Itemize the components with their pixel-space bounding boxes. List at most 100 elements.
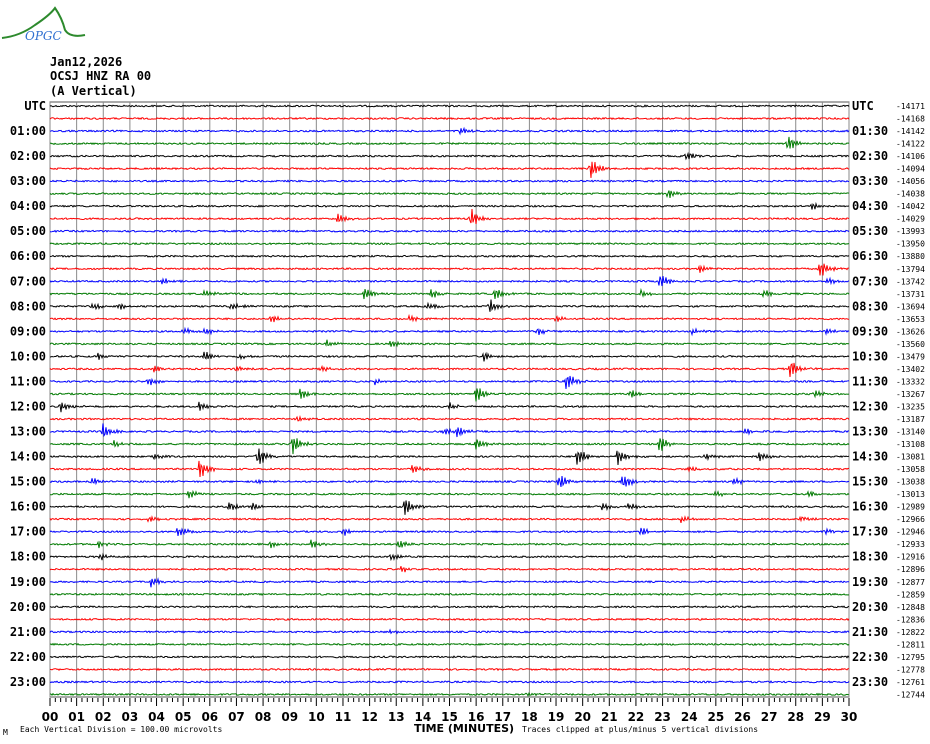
- x-tick-label: 02: [95, 710, 112, 724]
- row-offset-label: -13332: [896, 377, 925, 386]
- right-time-label: 23:30: [852, 675, 888, 689]
- row-offset-label: -13187: [896, 415, 925, 424]
- x-tick-label: 30: [841, 710, 858, 724]
- row-offset-label: -13235: [896, 402, 925, 411]
- row-offset-label: -12836: [896, 615, 925, 624]
- row-offset-label: -12811: [896, 640, 925, 649]
- row-offset-label: -12859: [896, 590, 925, 599]
- row-offset-label: -13993: [896, 227, 925, 236]
- row-offset-label: -12946: [896, 528, 925, 537]
- left-time-label: 17:00: [10, 525, 46, 539]
- row-offset-label: -13402: [896, 365, 925, 374]
- left-time-label: 15:00: [10, 475, 46, 489]
- x-axis-title: TIME (MINUTES): [414, 722, 515, 735]
- right-time-label: 11:30: [852, 374, 888, 388]
- x-tick-label: 08: [255, 710, 272, 724]
- row-offset-label: -13950: [896, 240, 925, 249]
- row-offset-label: -13626: [896, 327, 925, 336]
- row-offset-label: -13653: [896, 315, 925, 324]
- row-offset-label: -12848: [896, 603, 925, 612]
- right-time-label: 06:30: [852, 249, 888, 263]
- seismic-trace: [49, 592, 850, 596]
- x-tick-label: 00: [42, 710, 59, 724]
- row-offset-label: -12877: [896, 578, 925, 587]
- row-offset-label: -14168: [896, 115, 925, 124]
- left-time-label: 21:00: [10, 625, 46, 639]
- x-tick-label: 11: [335, 710, 352, 724]
- left-time-label: 01:00: [10, 124, 46, 138]
- left-time-label: 07:00: [10, 274, 46, 288]
- right-time-label: 17:30: [852, 525, 888, 539]
- x-tick-label: 28: [787, 710, 804, 724]
- row-offset-label: -14106: [896, 152, 925, 161]
- row-offset-label: -14029: [896, 215, 925, 224]
- row-offset-label: -12822: [896, 628, 925, 637]
- x-tick-label: 26: [734, 710, 751, 724]
- right-time-label: 19:30: [852, 575, 888, 589]
- x-tick-label: 29: [814, 710, 831, 724]
- left-time-label: 22:00: [10, 650, 46, 664]
- x-tick-label: 03: [122, 710, 139, 724]
- left-time-label: 06:00: [10, 249, 46, 263]
- x-tick-label: 18: [521, 710, 538, 724]
- row-offset-label: -13081: [896, 453, 925, 462]
- row-offset-label: -13267: [896, 390, 925, 399]
- x-tick-label: 23: [654, 710, 671, 724]
- row-offset-label: -12966: [896, 515, 925, 524]
- helicorder-chart: UTC UTC -14171 -14168 01:00 01:30 -14142 -14122…: [10, 99, 925, 724]
- right-time-label: 18:30: [852, 550, 888, 564]
- left-time-label: 23:00: [10, 675, 46, 689]
- row-offset-label: -13560: [896, 340, 925, 349]
- row-offset-label: -12933: [896, 540, 925, 549]
- row-offset-label: -14142: [896, 127, 925, 136]
- row-offset-label: -14171: [896, 102, 925, 111]
- row-offset-label: -13013: [896, 490, 925, 499]
- left-time-label: 19:00: [10, 575, 46, 589]
- row-offset-label: -12989: [896, 503, 925, 512]
- left-time-label: 14:00: [10, 450, 46, 464]
- x-tick-label: 05: [175, 710, 192, 724]
- right-time-label: 16:30: [852, 500, 888, 514]
- x-tick-label: 13: [388, 710, 405, 724]
- row-offset-label: -14094: [896, 165, 925, 174]
- right-time-label: 05:30: [852, 224, 888, 238]
- right-time-label: 01:30: [852, 124, 888, 138]
- x-tick-label: 04: [148, 710, 165, 724]
- row-offset-label: -12916: [896, 553, 925, 562]
- row-offset-label: -13108: [896, 440, 925, 449]
- row-offset-label: -14122: [896, 140, 925, 149]
- x-tick-label: 07: [228, 710, 245, 724]
- x-tick-label: 19: [548, 710, 565, 724]
- left-time-label: 08:00: [10, 299, 46, 313]
- row-offset-label: -13140: [896, 428, 925, 437]
- x-tick-label: 06: [201, 710, 218, 724]
- right-time-label: 14:30: [852, 450, 888, 464]
- x-tick-label: 21: [601, 710, 618, 724]
- row-offset-label: -13058: [896, 465, 925, 474]
- row-offset-label: -13731: [896, 290, 925, 299]
- seismic-trace: [49, 667, 850, 672]
- right-time-label: 04:30: [852, 199, 888, 213]
- right-time-label: 13:30: [852, 425, 888, 439]
- row-offset-label: -14056: [896, 177, 925, 186]
- left-time-label: 18:00: [10, 550, 46, 564]
- corner-mark: Μ: [3, 728, 8, 737]
- left-time-label: 20:00: [10, 600, 46, 614]
- row-offset-label: -13794: [896, 265, 925, 274]
- right-time-label: 15:30: [852, 475, 888, 489]
- x-tick-label: 24: [681, 710, 698, 724]
- x-tick-label: 10: [308, 710, 325, 724]
- x-tick-label: 27: [761, 710, 778, 724]
- row-offset-label: -13742: [896, 277, 925, 286]
- left-time-label: 09:00: [10, 324, 46, 338]
- x-tick-label: 25: [707, 710, 724, 724]
- left-time-label: 04:00: [10, 199, 46, 213]
- right-time-label: 20:30: [852, 600, 888, 614]
- row-offset-label: -13479: [896, 352, 925, 361]
- row-offset-label: -12744: [896, 690, 925, 699]
- row-offset-label: -13038: [896, 478, 925, 487]
- left-time-label: 13:00: [10, 425, 46, 439]
- left-time-label: UTC: [24, 99, 46, 113]
- row-offset-label: -13694: [896, 302, 925, 311]
- row-offset-label: -12778: [896, 665, 925, 674]
